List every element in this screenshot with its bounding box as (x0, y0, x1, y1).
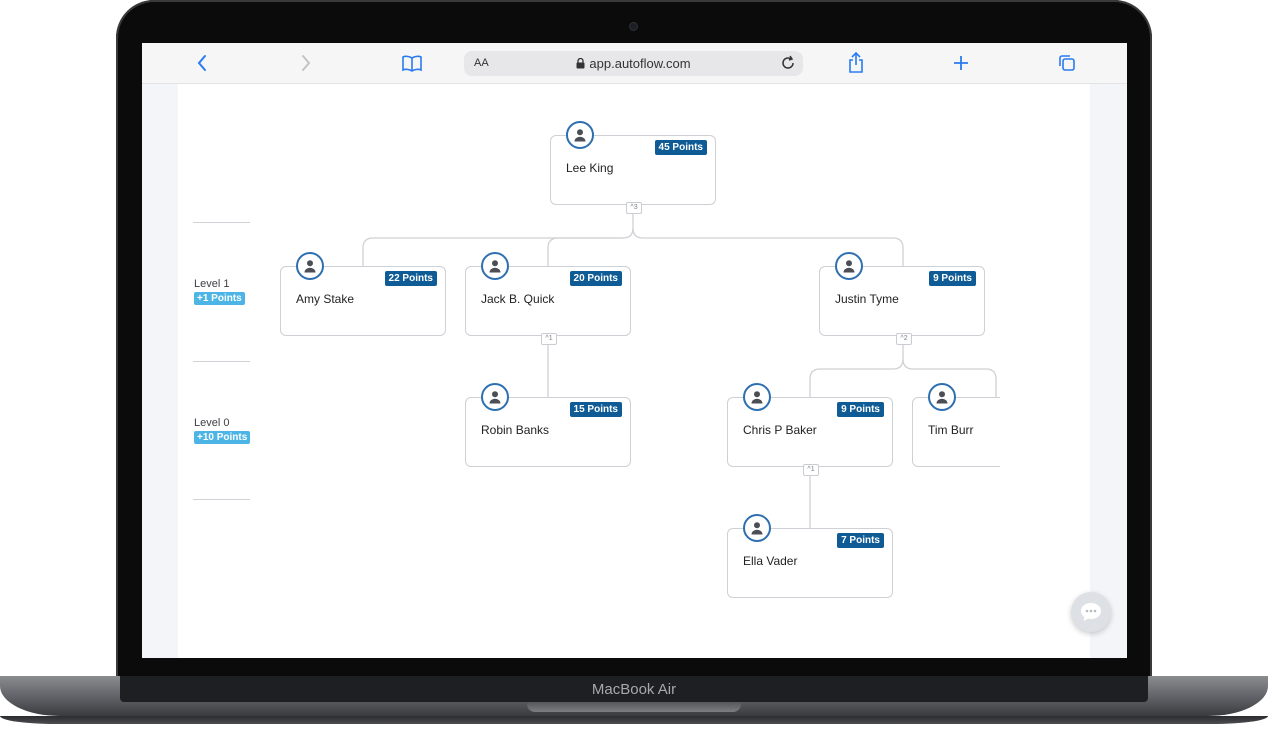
chevron-left-icon (197, 55, 206, 71)
node-name: Tim Burr (928, 423, 974, 437)
chat-icon (1081, 603, 1101, 621)
org-chart-page: Level 1 +1 Points Level 0 +10 Points 45 … (178, 84, 1090, 658)
bookmarks-button[interactable] (400, 51, 424, 75)
node-card-ella-vader[interactable]: 7 Points Ella Vader (727, 514, 893, 598)
points-badge: 9 Points (837, 402, 884, 417)
node-card-tim-burr[interactable]: Tim Burr (912, 383, 1000, 467)
chat-button[interactable] (1071, 592, 1111, 632)
address-url: app.autoflow.com (589, 56, 691, 71)
points-badge: 7 Points (837, 533, 884, 548)
laptop-notch (527, 702, 741, 712)
user-avatar-icon (481, 383, 509, 411)
back-button[interactable] (190, 51, 214, 75)
camera-icon (630, 23, 637, 30)
node-name: Jack B. Quick (481, 292, 555, 306)
laptop-foot (0, 716, 1268, 724)
user-avatar-icon (296, 252, 324, 280)
expand-children-toggle[interactable]: ^1 (803, 464, 819, 476)
node-name: Chris P Baker (743, 423, 817, 437)
points-badge: 9 Points (929, 271, 976, 286)
points-badge: 15 Points (569, 402, 622, 417)
address-bar[interactable]: AA app.autoflow.com (464, 51, 803, 76)
forward-button[interactable] (294, 51, 318, 75)
node-name: Robin Banks (481, 423, 550, 437)
browser-toolbar: AA app.autoflow.com (142, 43, 1127, 84)
points-badge: 22 Points (384, 271, 437, 286)
points-badge: 20 Points (569, 271, 622, 286)
expand-children-toggle[interactable]: ^3 (626, 202, 642, 214)
node-card-amy-stake[interactable]: 22 Points Amy Stake (280, 252, 446, 336)
node-card-justin-tyme[interactable]: 9 Points Justin Tyme (819, 252, 985, 336)
node-card-chris-p-baker[interactable]: 9 Points Chris P Baker (727, 383, 893, 467)
share-icon (849, 52, 863, 73)
lock-icon (576, 57, 585, 69)
tabs-icon (1059, 55, 1075, 71)
plus-icon (954, 56, 968, 70)
user-avatar-icon (928, 383, 956, 411)
node-card-jack-b-quick[interactable]: 20 Points Jack B. Quick (465, 252, 631, 336)
user-avatar-icon (835, 252, 863, 280)
node-clip-tim-burr: Tim Burr (912, 380, 1000, 480)
node-name: Ella Vader (743, 554, 798, 568)
expand-children-toggle[interactable]: ^1 (541, 333, 557, 345)
user-avatar-icon (743, 383, 771, 411)
screen: AA app.autoflow.com Level 1 +1 Points Le… (142, 43, 1127, 658)
reload-icon[interactable] (779, 54, 797, 72)
chevron-right-icon (302, 55, 311, 71)
device-brand-label: MacBook Air (591, 681, 677, 698)
user-avatar-icon (743, 514, 771, 542)
user-avatar-icon (481, 252, 509, 280)
node-card-robin-banks[interactable]: 15 Points Robin Banks (465, 383, 631, 467)
node-name: Amy Stake (296, 292, 355, 306)
node-card-lee-king[interactable]: 45 Points Lee King (550, 121, 716, 205)
user-avatar-icon (566, 121, 594, 149)
expand-children-toggle[interactable]: ^2 (896, 333, 912, 345)
tabs-button[interactable] (1055, 51, 1079, 75)
points-badge: 45 Points (654, 140, 707, 155)
address-url-wrap: app.autoflow.com (464, 56, 803, 71)
node-name: Lee King (566, 161, 614, 175)
share-button[interactable] (844, 51, 868, 75)
node-name: Justin Tyme (835, 292, 899, 306)
book-icon (402, 55, 422, 72)
new-tab-button[interactable] (949, 51, 973, 75)
